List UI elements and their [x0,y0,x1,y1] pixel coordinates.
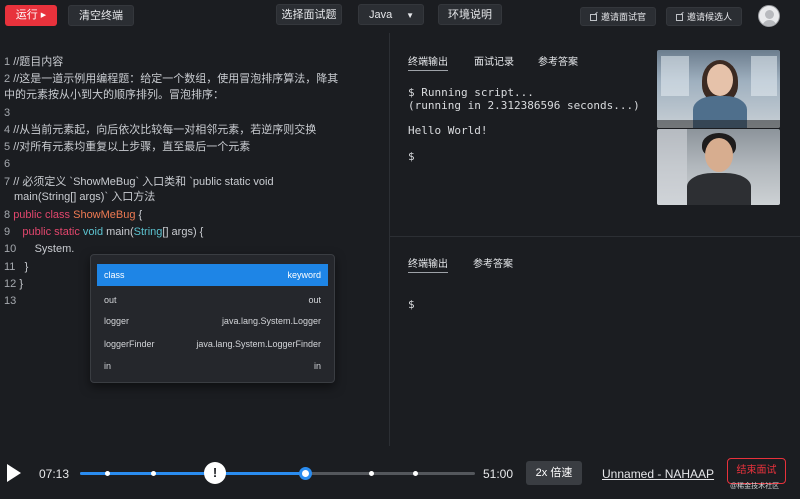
avatar-body [762,20,777,26]
autocomplete-item[interactable]: class keyword [97,264,328,286]
code-line: 2 //这是一道示例用编程题：给定一个数组，使用冒泡排序算法，降其 [4,73,339,85]
progress-fill [80,472,306,475]
code-line: 9 public static void main(String[] args)… [4,226,204,238]
play-icon: ▶ [40,12,47,19]
clear-terminal-button[interactable]: 清空终端 [68,5,134,26]
external-link-icon [675,14,683,21]
code-line: 11 } [4,261,29,273]
event-marker-icon[interactable]: ! [204,462,226,484]
tab-interview-record[interactable]: 面试记录 [474,53,514,68]
play-icon[interactable] [7,464,21,482]
tab-terminal-output[interactable]: 终端输出 [408,53,448,71]
current-time: 07:13 [39,467,70,481]
panel-divider[interactable] [389,33,390,446]
tab-reference-answer[interactable]: 参考答案 [473,255,513,270]
top-toolbar: 运行 ▶ 清空终端 选择面试题 Java ▼ 环境说明 邀请面试官 邀请候选人 [0,0,800,32]
interviewer-video [657,50,780,128]
autocomplete-popup: class keyword out out logger java.lang.Syst… [90,254,335,383]
code-line: 12 } [4,278,23,290]
code-line: 10 System. [4,243,75,255]
code-line: 3 [4,107,11,119]
external-link-icon [589,14,597,21]
caret-down-icon: ▼ [406,11,414,20]
replay-player: 07:13 ! 51:00 2x 倍速 Unnamed - NAHAAP 结束面… [0,447,800,499]
code-line: 7 // 必须定义 `ShowMeBug` 入口类和 `public stati… [4,176,274,188]
invite-candidate-button[interactable]: 邀请候选人 [666,7,742,26]
timeline-tick[interactable] [369,471,374,476]
autocomplete-item[interactable]: in in [97,355,328,377]
autocomplete-item[interactable]: loggerFinder java.lang.System.LoggerFinde… [97,333,328,355]
code-line: 1 //题目内容 [4,56,64,68]
invite-interviewer-button[interactable]: 邀请面试官 [580,7,656,26]
total-time: 51:00 [483,467,514,481]
terminal-output-line: Hello World! [408,124,488,137]
session-link[interactable]: Unnamed - NAHAAP [602,467,714,481]
environment-info-button[interactable]: 环境说明 [438,4,502,25]
language-select[interactable]: Java ▼ [358,4,424,25]
code-line: 5 //对所有元素均重复以上步骤，直至最后一个元素 [4,141,251,153]
progress-knob[interactable] [299,467,313,480]
terminal-output-line: $ Running script... [408,86,534,99]
autocomplete-item[interactable]: logger java.lang.System.Logger [97,310,328,332]
terminal-output-line: (running in 2.312386596 seconds...) [408,99,640,112]
code-line: 中的元素按从小到大的顺序排列。冒泡排序： [4,89,224,101]
person-face [705,138,733,172]
person-face [707,64,733,96]
run-button[interactable]: 运行 ▶ [5,5,57,26]
code-editor[interactable]: 1 //题目内容 2 //这是一道示例用编程题：给定一个数组，使用冒泡排序算法，… [0,44,388,446]
code-line: 4 //从当前元素起，向后依次比较每一对相邻元素，若逆序则交换 [4,124,317,136]
terminal-prompt: $ [408,150,415,163]
code-line: 13 [4,295,17,307]
terminal-prompt: $ [408,298,415,311]
tab-reference-answer[interactable]: 参考答案 [538,53,578,68]
panel-divider[interactable] [390,236,800,237]
autocomplete-item[interactable]: out out [97,289,328,311]
timeline-tick[interactable] [413,471,418,476]
code-line: main(String[] args)` 入口方法 [14,191,156,203]
avatar-head [765,10,774,19]
speed-button[interactable]: 2x 倍速 [526,461,582,485]
code-line: 8 public class ShowMeBug { [4,209,143,221]
timeline-tick[interactable] [151,471,156,476]
code-line: 6 [4,158,11,170]
timeline-tick[interactable] [105,471,110,476]
progress-track[interactable]: ! [80,462,475,484]
choose-question-button[interactable]: 选择面试题 [276,4,342,25]
tab-terminal-output[interactable]: 终端输出 [408,255,448,273]
candidate-video [657,129,780,205]
user-avatar[interactable] [758,5,780,27]
watermark: @稀金技术社区 [730,483,780,490]
